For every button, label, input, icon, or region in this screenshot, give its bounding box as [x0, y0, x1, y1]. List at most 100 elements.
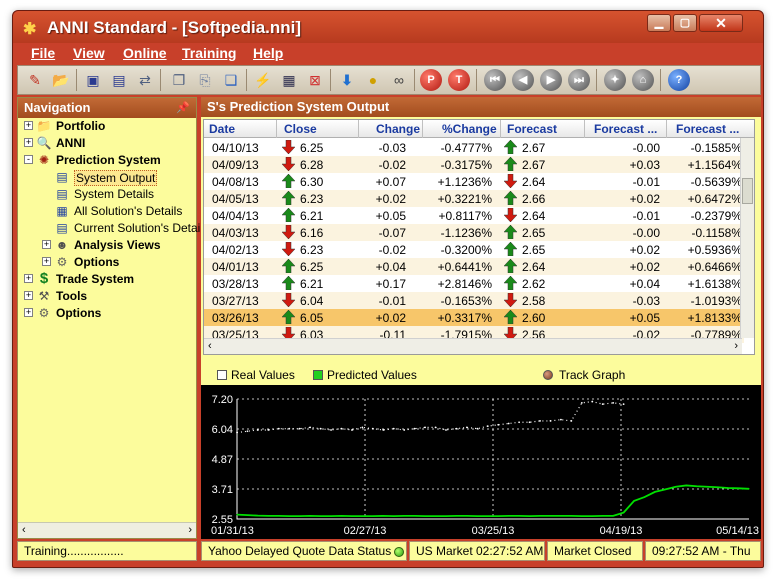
expand-icon[interactable]: +: [24, 138, 33, 147]
pct-change-cell: +2.8146%: [437, 277, 492, 291]
table-row[interactable]: 04/04/13 6.21 +0.05 +0.8117% 2.64 -0.01 -0.237…: [204, 207, 744, 224]
scroll-left-icon[interactable]: ‹: [208, 340, 212, 352]
home-icon[interactable]: ⌂: [632, 69, 654, 91]
expand-icon[interactable]: +: [24, 308, 33, 317]
nav-item-label: System Output: [74, 170, 158, 186]
predicted-value-point: [518, 515, 520, 517]
column-pct-change[interactable]: %Change: [442, 122, 497, 136]
expand-icon[interactable]: +: [24, 291, 33, 300]
column-close[interactable]: Close: [284, 122, 317, 136]
nav-item[interactable]: + ⚙ Options: [18, 254, 194, 271]
column-forecast[interactable]: Forecast: [507, 122, 557, 136]
column-forecast-pct[interactable]: Forecast ...: [676, 122, 739, 136]
real-values-swatch[interactable]: [217, 370, 227, 380]
table-row[interactable]: 03/28/13 6.21 +0.17 +2.8146% 2.62 +0.04 +1.613…: [204, 275, 744, 292]
table-row[interactable]: 04/02/13 6.23 -0.02 -0.3200% 2.65 +0.02 +0.593…: [204, 241, 744, 258]
table-row[interactable]: 03/27/13 6.04 -0.01 -0.1653% 2.58 -0.03 -1.019…: [204, 292, 744, 309]
navigation-scrollbar[interactable]: ‹ ›: [18, 522, 196, 538]
table-row[interactable]: 04/03/13 6.16 -0.07 -1.1236% 2.65 -0.00 -0.115…: [204, 224, 744, 241]
column-forecast-change[interactable]: Forecast ...: [594, 122, 657, 136]
track-graph-label[interactable]: Track Graph: [559, 368, 625, 382]
coins-icon[interactable]: ●: [362, 69, 384, 91]
table-vertical-scrollbar[interactable]: [740, 138, 754, 338]
pct-change-cell: +0.8117%: [438, 209, 493, 223]
help-icon[interactable]: ?: [668, 69, 690, 91]
maximize-button[interactable]: ▢: [673, 14, 697, 32]
date-cell: 04/01/13: [212, 260, 259, 274]
table-row[interactable]: 04/09/13 6.28 -0.02 -0.3175% 2.67 +0.03 +1.156…: [204, 156, 744, 173]
expand-icon[interactable]: +: [42, 257, 51, 266]
nav-item[interactable]: + ⚒ Tools: [18, 288, 194, 305]
table-row[interactable]: 04/08/13 6.30 +0.07 +1.1236% 2.64 -0.01 -0.563…: [204, 173, 744, 190]
predicted-value-point: [748, 488, 750, 490]
nav-item[interactable]: + ☻ Analysis Views: [18, 237, 194, 254]
scroll-thumb[interactable]: [742, 178, 753, 204]
binoculars-icon[interactable]: ∞: [388, 69, 410, 91]
predicted-value-point: [340, 515, 343, 517]
predicted-values-swatch[interactable]: [313, 370, 323, 380]
output-panel: S's Prediction System Output Date Close …: [201, 97, 761, 539]
table-row[interactable]: 04/10/13 6.25 -0.03 -0.4777% 2.67 -0.00 -0.158…: [204, 139, 744, 156]
nav-item[interactable]: + $ Trade System: [18, 271, 194, 288]
up-arrow-icon: [503, 139, 518, 155]
up-arrow-icon: [281, 275, 296, 291]
download-icon[interactable]: ⬇: [336, 69, 358, 91]
close-cell: 6.30: [300, 175, 324, 189]
menu-file[interactable]: File: [31, 45, 55, 61]
title-bar[interactable]: ✱ ANNI Standard - [Softpedia.nni] ▁ ▢ ✕: [13, 11, 763, 43]
scroll-right-icon[interactable]: ›: [188, 524, 192, 536]
first-icon[interactable]: ⏮: [484, 69, 506, 91]
wand-icon[interactable]: ⚡: [252, 69, 274, 91]
close-button[interactable]: ✕: [699, 14, 743, 32]
nav-item[interactable]: ▤ System Details: [18, 186, 194, 203]
up-arrow-icon: [503, 190, 518, 206]
up-arrow-icon: [281, 173, 296, 189]
scroll-left-icon[interactable]: ‹: [22, 524, 26, 536]
collapse-icon[interactable]: -: [24, 155, 33, 164]
nav-item[interactable]: + 🔍 ANNI: [18, 135, 194, 152]
column-date[interactable]: Date: [209, 122, 235, 136]
nav-item[interactable]: ▦ All Solution's Details: [18, 203, 194, 220]
real-value-point: [424, 426, 426, 429]
copy-icon[interactable]: ❐: [168, 69, 190, 91]
open-folder-icon[interactable]: ⎘: [194, 69, 216, 91]
nav-item[interactable]: - ✺ Prediction System: [18, 152, 194, 169]
output-title: S's Prediction System Output: [201, 97, 761, 117]
network-icon[interactable]: ✦: [604, 69, 626, 91]
table-horizontal-scrollbar[interactable]: ‹ ›: [204, 338, 742, 354]
nav-item[interactable]: + 📁 Portfolio: [18, 118, 194, 135]
next-icon[interactable]: ▶: [540, 69, 562, 91]
grid-icon[interactable]: ▦: [278, 69, 300, 91]
track-graph-icon[interactable]: [543, 370, 553, 380]
menu-online[interactable]: Online: [123, 45, 167, 61]
menu-training[interactable]: Training: [182, 45, 236, 61]
toolbar-separator: [246, 69, 247, 91]
minimize-button[interactable]: ▁: [647, 14, 671, 32]
delete-icon[interactable]: ⊠: [304, 69, 326, 91]
save-as-icon[interactable]: ▤: [108, 69, 130, 91]
scroll-right-icon[interactable]: ›: [734, 340, 738, 352]
save-icon[interactable]: ▣: [82, 69, 104, 91]
pin-icon[interactable]: 📌: [176, 101, 190, 114]
nav-item[interactable]: ▤ System Output: [18, 169, 194, 186]
table-row[interactable]: 03/26/13 6.05 +0.02 +0.3317% 2.60 +0.05 +1.813…: [204, 309, 744, 326]
last-icon[interactable]: ⏭: [568, 69, 590, 91]
column-change[interactable]: Change: [376, 122, 420, 136]
expand-icon[interactable]: +: [24, 121, 33, 130]
stack-icon[interactable]: ❏: [220, 69, 242, 91]
table-row[interactable]: 04/05/13 6.23 +0.02 +0.3221% 2.66 +0.02 +0.647…: [204, 190, 744, 207]
swap-icon[interactable]: ⇄: [134, 69, 156, 91]
nav-item[interactable]: ▤ Current Solution's Details: [18, 220, 209, 237]
menu-view[interactable]: View: [73, 45, 105, 61]
nav-item[interactable]: + ⚙ Options: [18, 305, 194, 322]
prev-icon[interactable]: ◀: [512, 69, 534, 91]
menu-help[interactable]: Help: [253, 45, 283, 61]
open-icon[interactable]: 📂: [50, 69, 72, 91]
real-value-point: [601, 403, 604, 406]
expand-icon[interactable]: +: [24, 274, 33, 283]
table-row[interactable]: 04/01/13 6.25 +0.04 +0.6441% 2.64 +0.02 +0.646…: [204, 258, 744, 275]
t-icon[interactable]: T: [448, 69, 470, 91]
p-icon[interactable]: P: [420, 69, 442, 91]
new-icon[interactable]: ✎: [24, 69, 46, 91]
expand-icon[interactable]: +: [42, 240, 51, 249]
